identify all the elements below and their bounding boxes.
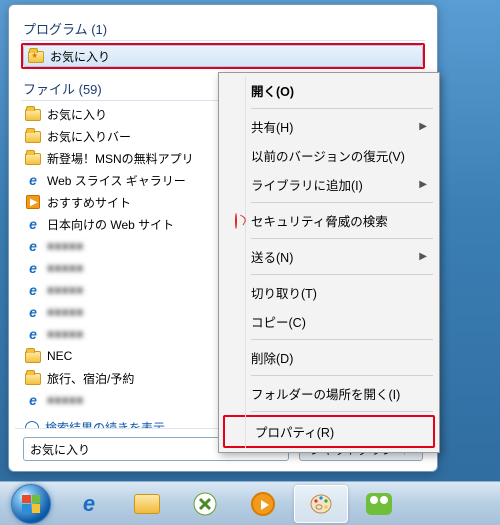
result-label: おすすめサイト xyxy=(47,194,131,211)
cm-share[interactable]: 共有(H)▶ xyxy=(221,112,437,141)
ie-icon: e xyxy=(83,491,95,517)
cm-open-location[interactable]: フォルダーの場所を開く(I) xyxy=(221,379,437,408)
result-label: ■■■■■ xyxy=(47,261,83,275)
result-label: ■■■■■ xyxy=(47,283,83,297)
show-more-label: 検索結果の続きを表示 xyxy=(45,419,165,428)
start-button[interactable] xyxy=(4,485,58,523)
taskbar-ie[interactable]: e xyxy=(62,485,116,523)
folder-icon xyxy=(134,494,160,514)
ie-suggested-icon: ▶ xyxy=(25,194,41,210)
result-label: お気に入りバー xyxy=(47,128,131,145)
cm-cut[interactable]: 切り取り(T) xyxy=(221,278,437,307)
result-label: NEC xyxy=(47,349,72,363)
ie-icon: e xyxy=(25,392,41,408)
folder-icon xyxy=(25,370,41,386)
ie-icon: e xyxy=(25,216,41,232)
cm-add-to-library[interactable]: ライブラリに追加(I)▶ xyxy=(221,170,437,199)
chevron-right-icon: ▶ xyxy=(419,251,427,262)
result-label: 新登場！MSNの無料アプリ xyxy=(47,150,194,167)
taskbar: e xyxy=(0,481,500,525)
folder-icon xyxy=(25,348,41,364)
messenger-icon xyxy=(366,493,392,515)
result-label: ■■■■■ xyxy=(47,239,83,253)
ie-icon: e xyxy=(25,238,41,254)
section-header-programs: プログラム (1) xyxy=(21,15,425,41)
chevron-right-icon: ▶ xyxy=(419,179,427,190)
magnifier-icon xyxy=(25,421,39,429)
chevron-right-icon: ▶ xyxy=(419,121,427,132)
taskbar-paint[interactable] xyxy=(294,485,348,523)
result-label: 旅行、宿泊/予約 xyxy=(47,370,134,387)
taskbar-wmp[interactable] xyxy=(236,485,290,523)
cm-security-scan[interactable]: セキュリティ脅威の検索 xyxy=(221,206,437,235)
cm-restore-version[interactable]: 以前のバージョンの復元(V) xyxy=(221,141,437,170)
result-label: お気に入り xyxy=(50,48,110,65)
result-label: 日本向けの Web サイト xyxy=(47,216,174,233)
result-label: ■■■■■ xyxy=(47,327,83,341)
ie-icon: e xyxy=(25,172,41,188)
result-label: Web スライス ギャラリー xyxy=(47,172,186,189)
result-label: ■■■■■ xyxy=(47,393,83,407)
folder-icon xyxy=(25,106,41,122)
result-label: お気に入り xyxy=(47,106,107,123)
annotation-highlight-program: お気に入り xyxy=(21,43,425,69)
taskbar-messenger[interactable] xyxy=(352,485,406,523)
ie-icon: e xyxy=(25,326,41,342)
app-icon xyxy=(192,491,218,517)
trend-icon xyxy=(227,214,245,228)
taskbar-explorer[interactable] xyxy=(120,485,174,523)
taskbar-app-green[interactable] xyxy=(178,485,232,523)
ie-icon: e xyxy=(25,260,41,276)
result-item-favorites-program[interactable]: お気に入り xyxy=(23,45,423,67)
ie-icon: e xyxy=(25,282,41,298)
cm-properties[interactable]: プロパティ(R) xyxy=(225,417,433,446)
cm-open[interactable]: 開く(O) xyxy=(221,76,437,105)
windows-orb-icon xyxy=(11,484,51,524)
cm-copy[interactable]: コピー(C) xyxy=(221,307,437,336)
media-player-icon xyxy=(251,492,275,516)
context-menu: 開く(O) 共有(H)▶ 以前のバージョンの復元(V) ライブラリに追加(I)▶… xyxy=(218,72,440,453)
folder-icon xyxy=(25,150,41,166)
ie-icon: e xyxy=(25,304,41,320)
paint-icon xyxy=(309,492,333,516)
cm-send-to[interactable]: 送る(N)▶ xyxy=(221,242,437,271)
annotation-highlight-properties: プロパティ(R) xyxy=(223,415,435,448)
cm-delete[interactable]: 削除(D) xyxy=(221,343,437,372)
folder-star-icon xyxy=(28,48,44,64)
folder-icon xyxy=(25,128,41,144)
result-label: ■■■■■ xyxy=(47,305,83,319)
